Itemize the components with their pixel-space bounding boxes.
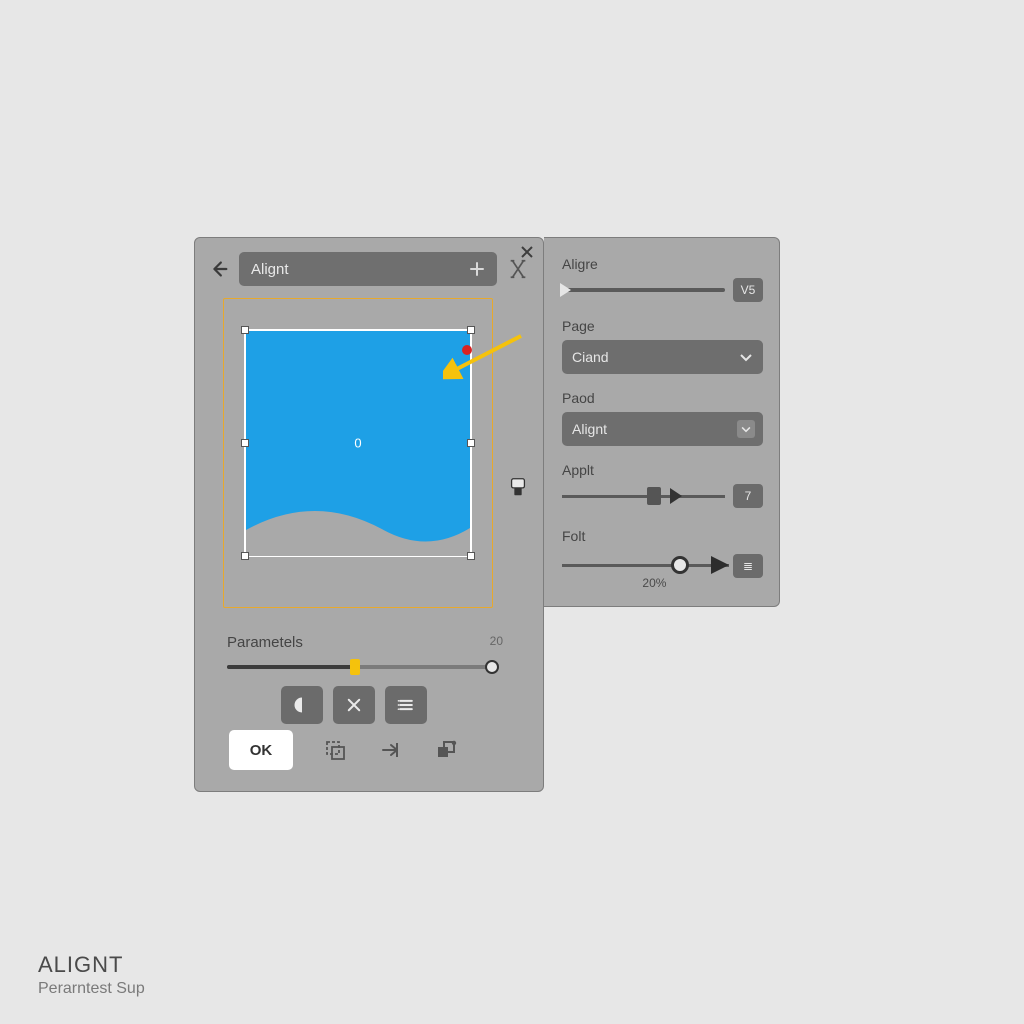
- aligre-slider[interactable]: [562, 288, 725, 292]
- applt-label: Applt: [562, 462, 763, 478]
- cancel-button[interactable]: [333, 686, 375, 724]
- folt-slider-thumb[interactable]: [671, 556, 689, 574]
- applt-marker-icon[interactable]: [647, 487, 661, 505]
- page-label: Page: [562, 318, 763, 334]
- panel-title: Alignt: [251, 261, 289, 278]
- duplicate-icon[interactable]: [321, 736, 349, 764]
- parameters-label: Parametels: [227, 634, 303, 651]
- aligre-label: Aligre: [562, 256, 763, 272]
- handle-tl[interactable]: [241, 326, 249, 334]
- selection-frame[interactable]: 0: [244, 329, 472, 557]
- paod-dropdown-value: Alignt: [572, 421, 607, 437]
- list-button[interactable]: [385, 686, 427, 724]
- paod-dropdown[interactable]: Alignt: [562, 412, 763, 446]
- pin-icon[interactable]: [377, 736, 405, 764]
- right-panel: Aligre V5 Page Ciand Paod Alignt Applt 7…: [544, 237, 780, 607]
- handle-tr[interactable]: [467, 326, 475, 334]
- page-dropdown-value: Ciand: [572, 349, 609, 365]
- preview-bounds: 0: [223, 298, 493, 608]
- footer-caption: ALIGNT Perarntest Sup: [38, 952, 145, 998]
- parameters-slider[interactable]: [227, 662, 495, 672]
- chevron-down-icon: [737, 348, 755, 366]
- handle-ml[interactable]: [241, 439, 249, 447]
- swap-icon[interactable]: [505, 256, 531, 282]
- paod-label: Paod: [562, 390, 763, 406]
- applt-slider[interactable]: [562, 495, 725, 498]
- folt-badge[interactable]: ≣: [733, 554, 763, 578]
- footer-title: ALIGNT: [38, 952, 145, 978]
- ok-button[interactable]: OK: [229, 730, 293, 770]
- anchor-point-icon[interactable]: [462, 345, 472, 355]
- page-dropdown[interactable]: Ciand: [562, 340, 763, 374]
- panel-title-pill[interactable]: Alignt: [239, 252, 497, 286]
- handle-br[interactable]: [467, 552, 475, 560]
- back-icon[interactable]: [207, 257, 231, 281]
- layers-icon[interactable]: [433, 736, 461, 764]
- handle-bl[interactable]: [241, 552, 249, 560]
- plus-icon[interactable]: [467, 259, 487, 279]
- folt-slider[interactable]: [562, 564, 729, 567]
- object-tool-icon[interactable]: [507, 476, 529, 498]
- folt-arrow-icon: [711, 556, 729, 574]
- slider-thumb-primary[interactable]: [350, 659, 360, 675]
- center-value: 0: [354, 436, 361, 451]
- slider-thumb-secondary[interactable]: [485, 660, 499, 674]
- applt-play-icon[interactable]: [670, 488, 682, 504]
- contrast-button[interactable]: [281, 686, 323, 724]
- left-panel: Alignt 0: [194, 237, 544, 792]
- handle-mr[interactable]: [467, 439, 475, 447]
- applt-badge: 7: [733, 484, 763, 508]
- chevron-down-icon: [737, 420, 755, 438]
- footer-subtitle: Perarntest Sup: [38, 980, 145, 998]
- aligre-badge: V5: [733, 278, 763, 302]
- parameters-readout: 20: [490, 634, 503, 648]
- folt-value: 20%: [642, 576, 666, 590]
- ok-button-label: OK: [250, 742, 273, 759]
- folt-label: Folt: [562, 528, 763, 544]
- aligre-slider-thumb[interactable]: [560, 283, 571, 297]
